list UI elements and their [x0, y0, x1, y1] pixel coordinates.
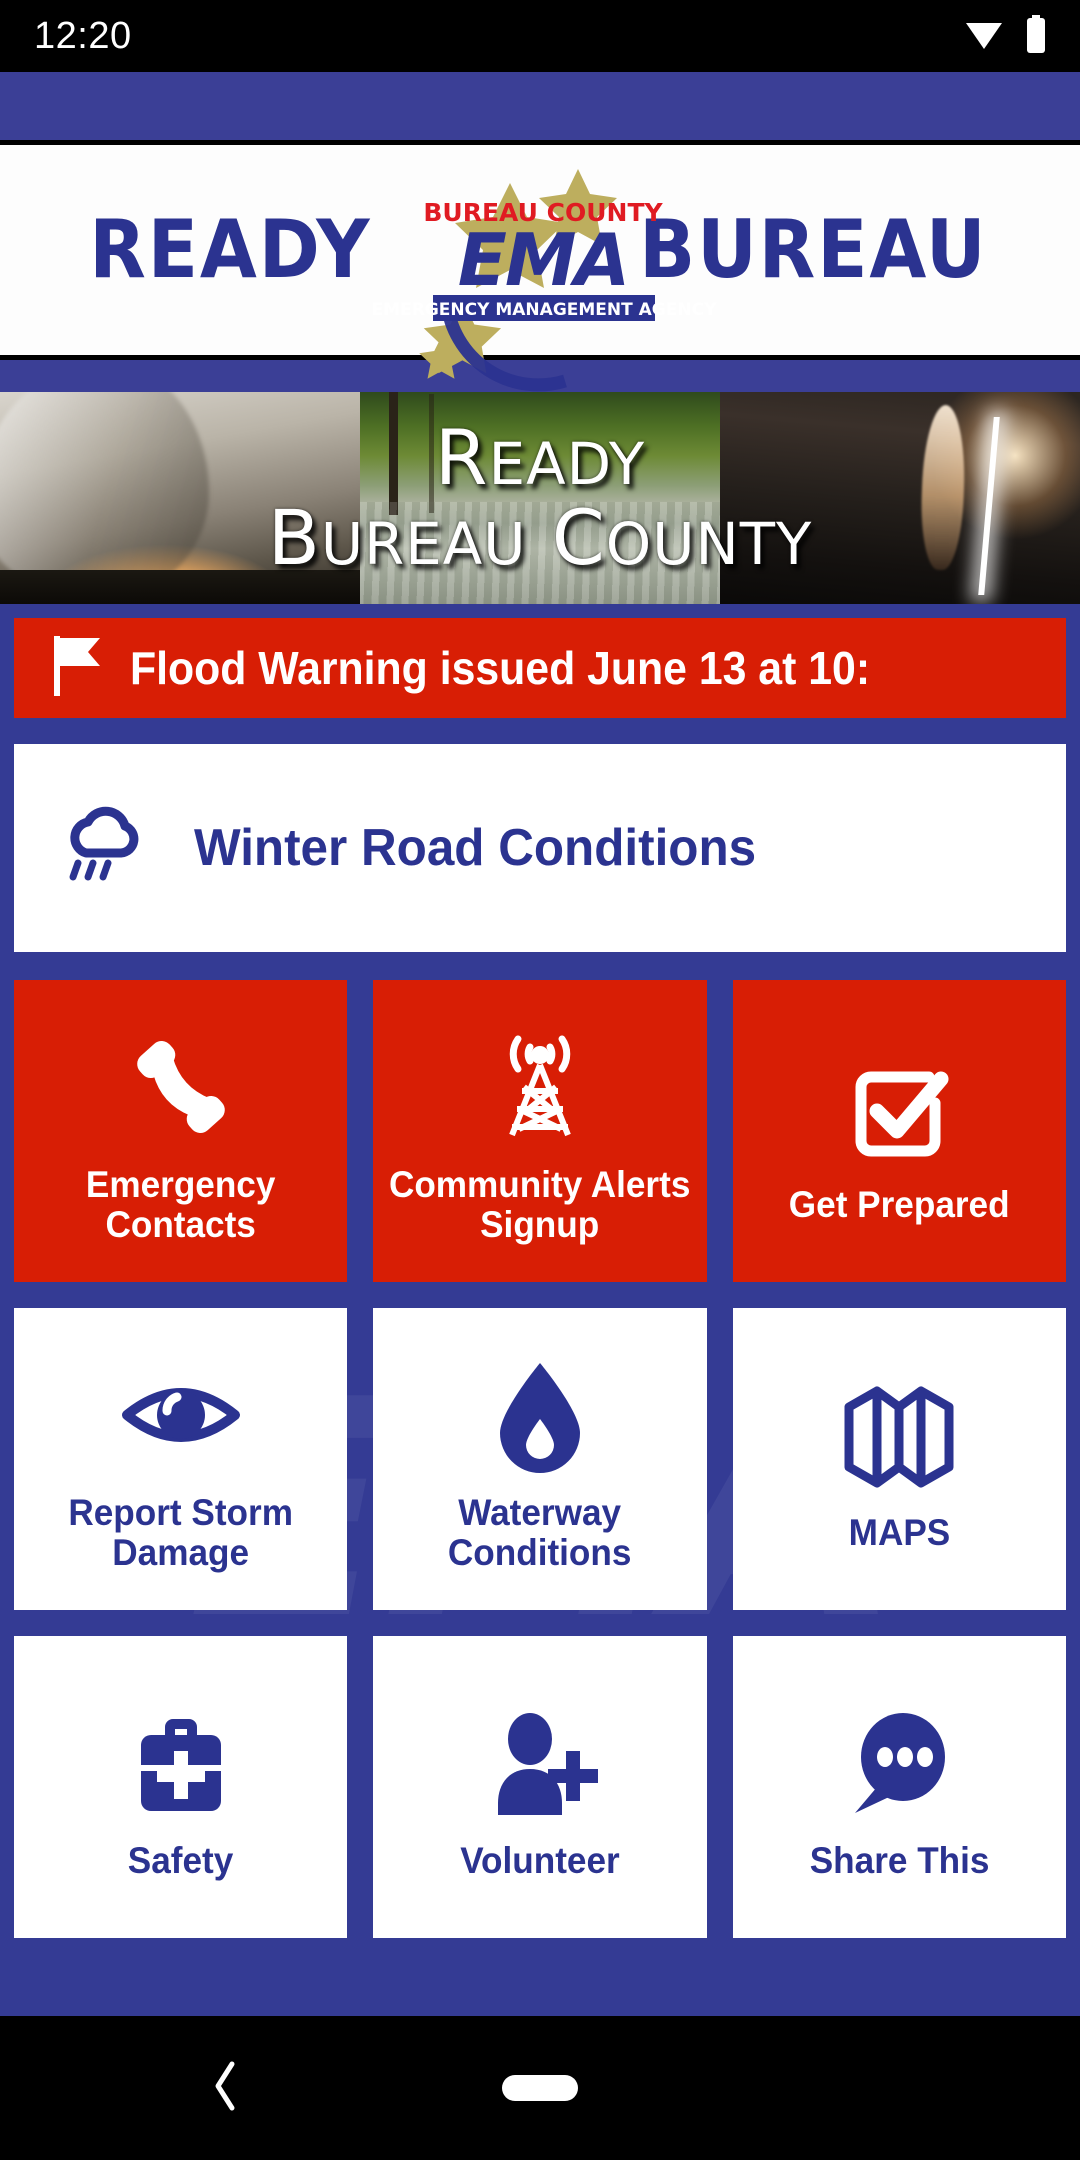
svg-text:EMERGENCY MANAGEMENT AGENCY: EMERGENCY MANAGEMENT AGENCY [372, 300, 717, 320]
system-nav-bar [0, 2016, 1080, 2160]
tile-label: Safety [127, 1840, 234, 1882]
tile-label: Get Prepared [788, 1184, 1010, 1226]
tile-label: Share This [809, 1840, 990, 1882]
tile-report-storm-damage[interactable]: Report Storm Damage [14, 1308, 348, 1610]
water-drop-icon [478, 1345, 602, 1477]
tile-share-this[interactable]: Share This [732, 1636, 1066, 1938]
appbar-top-strip [0, 72, 1080, 140]
flag-icon [48, 634, 104, 703]
app-logo-header[interactable]: READY BUREAU BUREAU COUNTY EMA EMERGENCY… [0, 140, 1080, 392]
hero-banner[interactable]: READY BUREAU COUNTY [0, 392, 1080, 604]
appbar-bottom-strip [0, 360, 1080, 392]
hero-line-1: READY [434, 413, 646, 502]
flood-warning-text: Flood Warning issued June 13 at 10: [130, 642, 871, 694]
flood-warning-alert[interactable]: Flood Warning issued June 13 at 10: [14, 618, 1066, 718]
speech-bubble-icon [837, 1693, 961, 1825]
tile-label: Volunteer [460, 1840, 620, 1882]
phone-icon [119, 1017, 243, 1149]
feature-tile-grid: Emergency Contacts Community Alerts Sign… [14, 980, 1066, 1938]
tile-waterway-conditions[interactable]: Waterway Conditions [373, 1308, 707, 1610]
checkbox-check-icon [837, 1037, 961, 1169]
tile-label: MAPS [848, 1512, 951, 1554]
wifi-icon [964, 17, 1004, 56]
status-bar: 12:20 [0, 0, 1080, 72]
tile-label: Emergency Contacts [85, 1164, 276, 1245]
tile-emergency-contacts[interactable]: Emergency Contacts [14, 980, 348, 1282]
status-icons [964, 14, 1046, 58]
main-content: Flood Warning issued June 13 at 10: Wint… [0, 604, 1080, 1938]
header-word-ready: READY [89, 203, 372, 296]
tile-community-alerts-signup[interactable]: Community Alerts Signup [373, 980, 707, 1282]
tile-get-prepared[interactable]: Get Prepared [732, 980, 1066, 1282]
back-chevron-icon[interactable] [210, 2060, 240, 2117]
status-time: 12:20 [34, 14, 132, 57]
svg-text:EMA: EMA [458, 218, 629, 302]
tile-label: Report Storm Damage [68, 1492, 293, 1573]
svg-text:BUREAU COUNTY: BUREAU COUNTY [423, 198, 663, 227]
hero-line-2: BUREAU COUNTY [267, 493, 813, 582]
rain-cloud-icon [62, 801, 152, 896]
header-word-bureau: BUREAU [639, 203, 988, 296]
eye-icon [119, 1345, 243, 1477]
person-add-icon [478, 1693, 602, 1825]
battery-icon [1026, 14, 1046, 58]
winter-road-conditions-card[interactable]: Winter Road Conditions [14, 744, 1066, 952]
folded-map-icon [837, 1365, 961, 1497]
tile-maps[interactable]: MAPS [732, 1308, 1066, 1610]
radio-tower-icon [478, 1017, 602, 1149]
home-pill-icon[interactable] [502, 2075, 578, 2101]
first-aid-kit-icon [119, 1693, 243, 1825]
hero-caption: READY BUREAU COUNTY [0, 392, 1080, 604]
tile-label: Waterway Conditions [448, 1492, 632, 1573]
tile-safety[interactable]: Safety [14, 1636, 348, 1938]
emblem-stars [419, 169, 617, 379]
tile-volunteer[interactable]: Volunteer [373, 1636, 707, 1938]
winter-road-conditions-label: Winter Road Conditions [194, 819, 757, 877]
tile-label: Community Alerts Signup [389, 1164, 691, 1245]
